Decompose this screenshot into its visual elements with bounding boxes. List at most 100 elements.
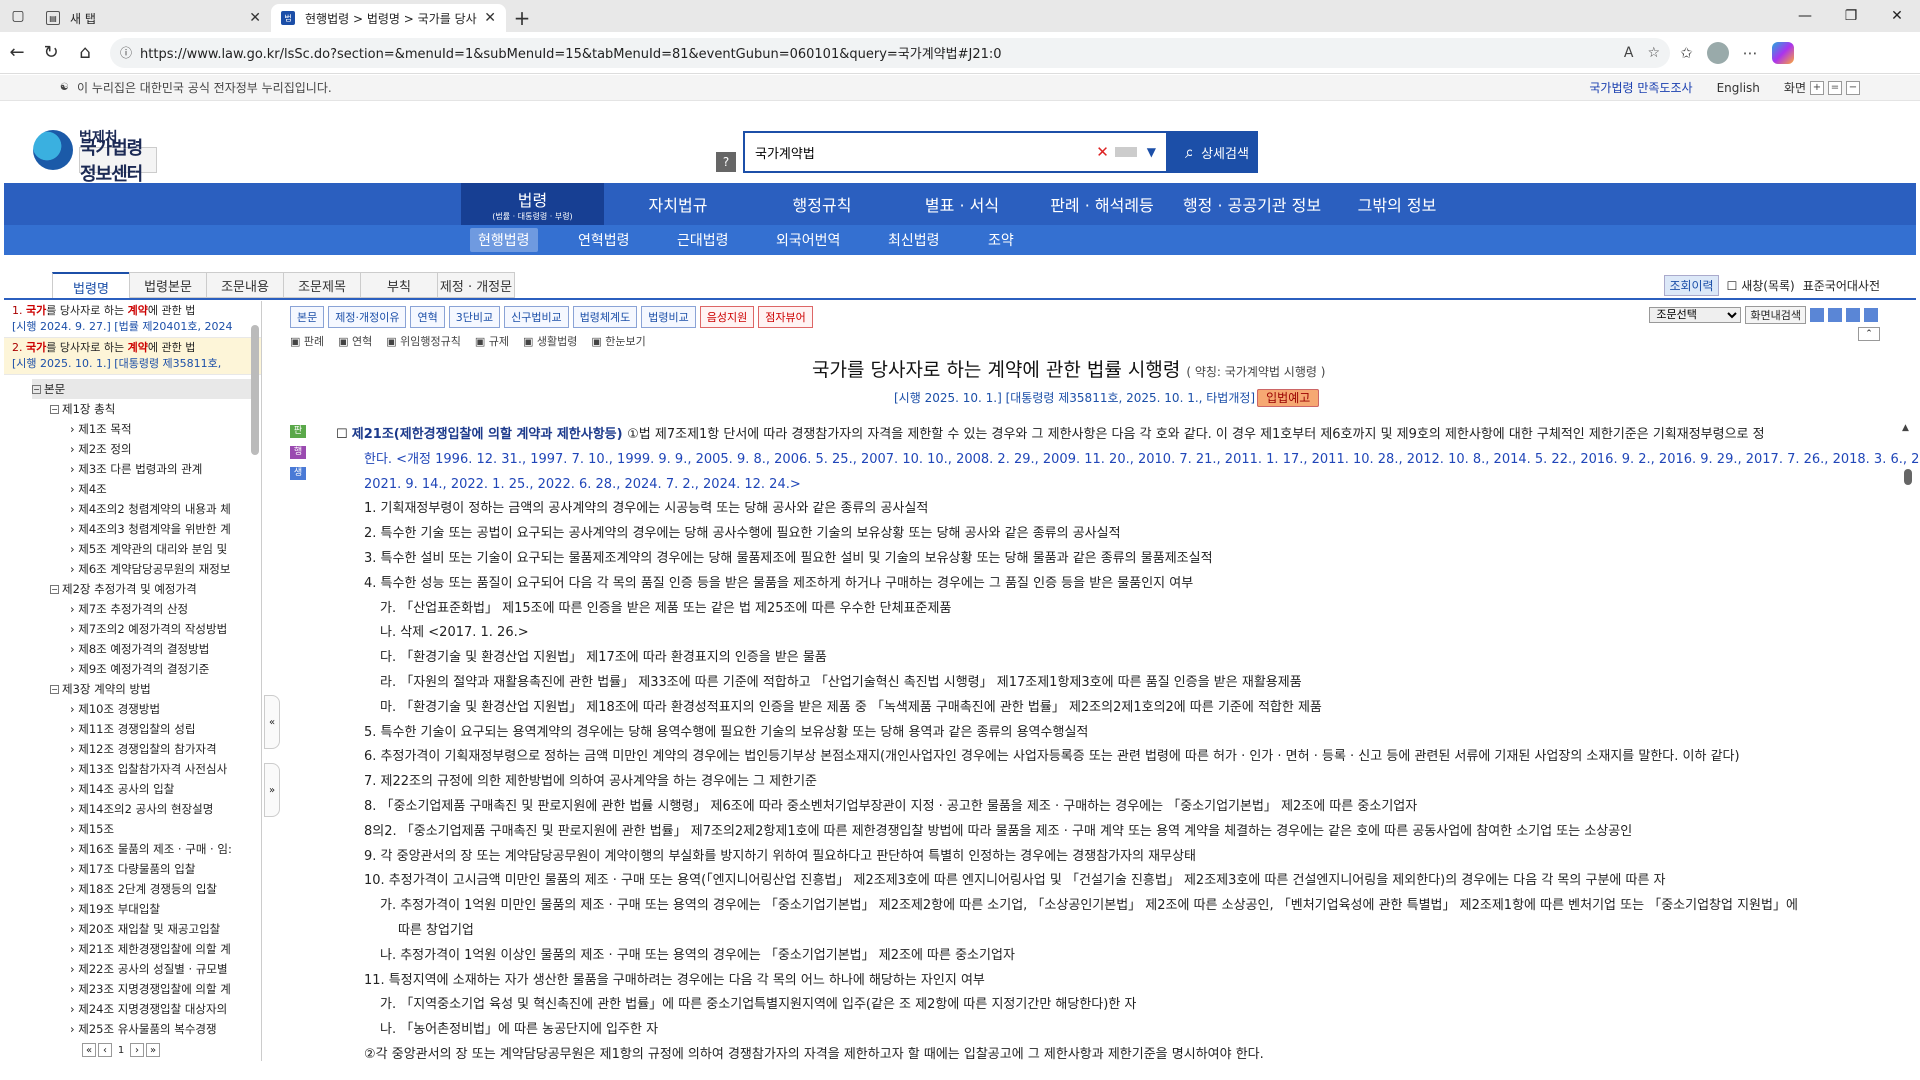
tab-article-title[interactable]: 조문제목 [283, 272, 361, 298]
collapse-up-button[interactable]: ⌃ [1858, 327, 1880, 341]
result-item[interactable]: 1. 국가를 당사자로 하는 계약에 관한 법 [시행 2024. 9. 27.… [4, 301, 261, 338]
subnav-recent-law[interactable]: 최신법령 [888, 225, 940, 255]
window-menu-icon[interactable]: ▢ [0, 0, 36, 32]
prev-page-button[interactable]: ‹ [98, 1043, 112, 1057]
share-icon[interactable] [1810, 308, 1824, 322]
tree-node[interactable]: › 제21조 제한경쟁입찰에 의할 계 [32, 939, 261, 959]
collapse-icon[interactable]: − [50, 685, 59, 694]
next-page-button[interactable]: › [130, 1043, 144, 1057]
chevron-down-icon[interactable]: ▼ [1147, 145, 1156, 159]
in-page-search-button[interactable]: 화면내검색 [1745, 306, 1806, 324]
tree-node[interactable]: › 제17조 다량물품의 입찰 [32, 859, 261, 879]
more-icon[interactable]: ⋯ [1743, 44, 1758, 62]
content-tool-button[interactable]: 점자뷰어 [758, 306, 813, 328]
tree-node[interactable]: › 제4조 [32, 479, 261, 499]
tab-law-name[interactable]: 법령명 [52, 272, 130, 300]
advanced-search-button[interactable]: 상세검색 [1192, 131, 1258, 173]
tree-node[interactable]: › 제14조 공사의 입찰 [32, 779, 261, 799]
nav-public-info[interactable]: 행정 · 공공기관 정보 [1172, 183, 1332, 225]
content-tool-button[interactable]: 본문 [290, 306, 325, 328]
tree-node[interactable]: › 제14조의2 공사의 현장설명 [32, 799, 261, 819]
subnav-treaty[interactable]: 조약 [988, 225, 1014, 255]
tree-node[interactable]: › 제10조 경쟁방법 [32, 699, 261, 719]
subnav-translation[interactable]: 외국어번역 [776, 225, 840, 255]
tree-node[interactable]: − 제1장 총칙 [32, 399, 261, 419]
tab-law-body[interactable]: 법령본문 [129, 272, 207, 298]
tree-node[interactable]: › 제3조 다른 법령과의 관계 [32, 459, 261, 479]
content-tool-button[interactable]: 신구법비교 [504, 306, 569, 328]
nav-forms[interactable]: 별표 · 서식 [892, 183, 1032, 225]
content-tool-button[interactable]: 연혁 [410, 306, 445, 328]
new-tab-button[interactable]: + [506, 4, 538, 32]
collapse-icon[interactable]: − [50, 405, 59, 414]
tree-node[interactable]: › 제9조 예정가격의 결정기준 [32, 659, 261, 679]
history-button[interactable]: 조회이력 [1664, 275, 1719, 296]
close-tab-icon[interactable]: ✕ [484, 10, 496, 26]
precedent-icon[interactable]: 판 [290, 425, 306, 438]
tree-node[interactable]: › 제11조 경쟁입찰의 성립 [32, 719, 261, 739]
tree-node[interactable]: › 제5조 계약관의 대리와 분임 및 [32, 539, 261, 559]
tree-node[interactable]: › 제16조 물품의 제조 · 구매 · 임: [32, 839, 261, 859]
article-select[interactable]: 조문선택 [1649, 307, 1742, 323]
newwin-checkbox[interactable]: ☐ 새창(목록) [1727, 277, 1795, 294]
browser-tab-law[interactable]: 법 현행법령 > 법령명 > 국가를 당사 ✕ [271, 4, 506, 32]
tree-node[interactable]: › 제4조의2 청렴계약의 내용과 체 [32, 499, 261, 519]
collapse-icon[interactable]: − [50, 585, 59, 594]
back-icon[interactable]: ← [0, 36, 34, 70]
zoom-out-button[interactable]: − [1846, 80, 1860, 95]
nav-law[interactable]: 법령 (법률 · 대통령령 · 부령) [461, 183, 604, 225]
english-link[interactable]: English [1717, 81, 1760, 95]
restore-icon[interactable]: ❐ [1828, 0, 1874, 32]
tree-node[interactable]: › 제8조 예정가격의 결정방법 [32, 639, 261, 659]
zoom-in-button[interactable]: + [1810, 80, 1824, 95]
collapse-left-button[interactable]: « [264, 695, 280, 749]
tree-node[interactable]: › 제7조의2 예정가격의 작성방법 [32, 619, 261, 639]
survey-link[interactable]: 국가법령 만족도조사 [1589, 79, 1692, 96]
chinese-icon[interactable] [1828, 308, 1842, 322]
nav-admin-rule[interactable]: 행정규칙 [752, 183, 892, 225]
print-icon[interactable] [1864, 308, 1878, 322]
refresh-icon[interactable]: ↻ [34, 36, 68, 70]
content-tool-button[interactable]: 3단비교 [448, 306, 501, 328]
nav-local-law[interactable]: 자치법규 [604, 183, 752, 225]
save-icon[interactable] [1846, 308, 1860, 322]
expand-left-button[interactable]: » [264, 763, 280, 817]
tree-node[interactable]: › 제7조 추정가격의 산정 [32, 599, 261, 619]
legislation-notice-badge[interactable]: 입법예고 [1257, 389, 1320, 407]
tab-enactment[interactable]: 제정 · 개정문 [437, 272, 515, 298]
tab-supplement[interactable]: 부칙 [360, 272, 438, 298]
zoom-reset-button[interactable]: = [1828, 80, 1842, 95]
left-scrollbar[interactable] [251, 301, 259, 1061]
url-text[interactable]: https://www.law.go.kr/lsSc.do?section=&m… [140, 43, 1610, 62]
result-item-selected[interactable]: 2. 국가를 당사자로 하는 계약에 관한 법 [시행 2025. 10. 1.… [4, 338, 261, 375]
tree-node[interactable]: › 제4조의3 청렴계약을 위반한 계 [32, 519, 261, 539]
tree-node[interactable]: › 제23조 지명경쟁입찰에 의할 계 [32, 979, 261, 999]
close-tab-icon[interactable]: ✕ [249, 10, 261, 26]
minimize-icon[interactable]: — [1782, 0, 1828, 32]
keyboard-icon[interactable] [1114, 147, 1137, 157]
site-logo[interactable]: 법제처 국가법령정보센터 [33, 127, 157, 185]
tree-node[interactable]: › 제20조 재입찰 및 재공고입찰 [32, 919, 261, 939]
browser-tab-newtab[interactable]: ▤ 새 탭 ✕ [36, 4, 271, 32]
tree-node[interactable]: › 제6조 계약담당공무원의 재정보 [32, 559, 261, 579]
subnav-modern-law[interactable]: 근대법령 [677, 225, 729, 255]
nav-precedent[interactable]: 판례 · 해석례등 [1032, 183, 1172, 225]
favorite-star-icon[interactable]: ☆ [1647, 45, 1660, 61]
last-page-button[interactable]: » [146, 1043, 160, 1057]
first-page-button[interactable]: « [82, 1043, 96, 1057]
dictionary-link[interactable]: 표준국어대사전 [1803, 277, 1880, 294]
profile-avatar[interactable] [1706, 41, 1729, 64]
tree-node[interactable]: › 제24조 지명경쟁입찰 대상자의 [32, 999, 261, 1019]
tab-article-content[interactable]: 조문내용 [206, 272, 284, 298]
tree-node[interactable]: › 제12조 경쟁입찰의 참가자격 [32, 739, 261, 759]
favorites-icon[interactable]: ✩ [1680, 44, 1693, 62]
read-aloud-icon[interactable]: A [1624, 45, 1634, 61]
content-tool-button[interactable]: 법령체계도 [572, 306, 638, 328]
tree-node[interactable]: − 제3장 계약의 방법 [32, 679, 261, 699]
tree-node[interactable]: − 본문 [32, 379, 251, 399]
site-info-icon[interactable]: ⓘ [120, 44, 132, 61]
content-tool-button[interactable]: 음성지원 [699, 306, 755, 328]
article-checkbox[interactable]: ☐ [336, 427, 352, 442]
tree-node[interactable]: › 제2조 정의 [32, 439, 261, 459]
content-scrollbar[interactable]: ▲ [1902, 423, 1912, 963]
